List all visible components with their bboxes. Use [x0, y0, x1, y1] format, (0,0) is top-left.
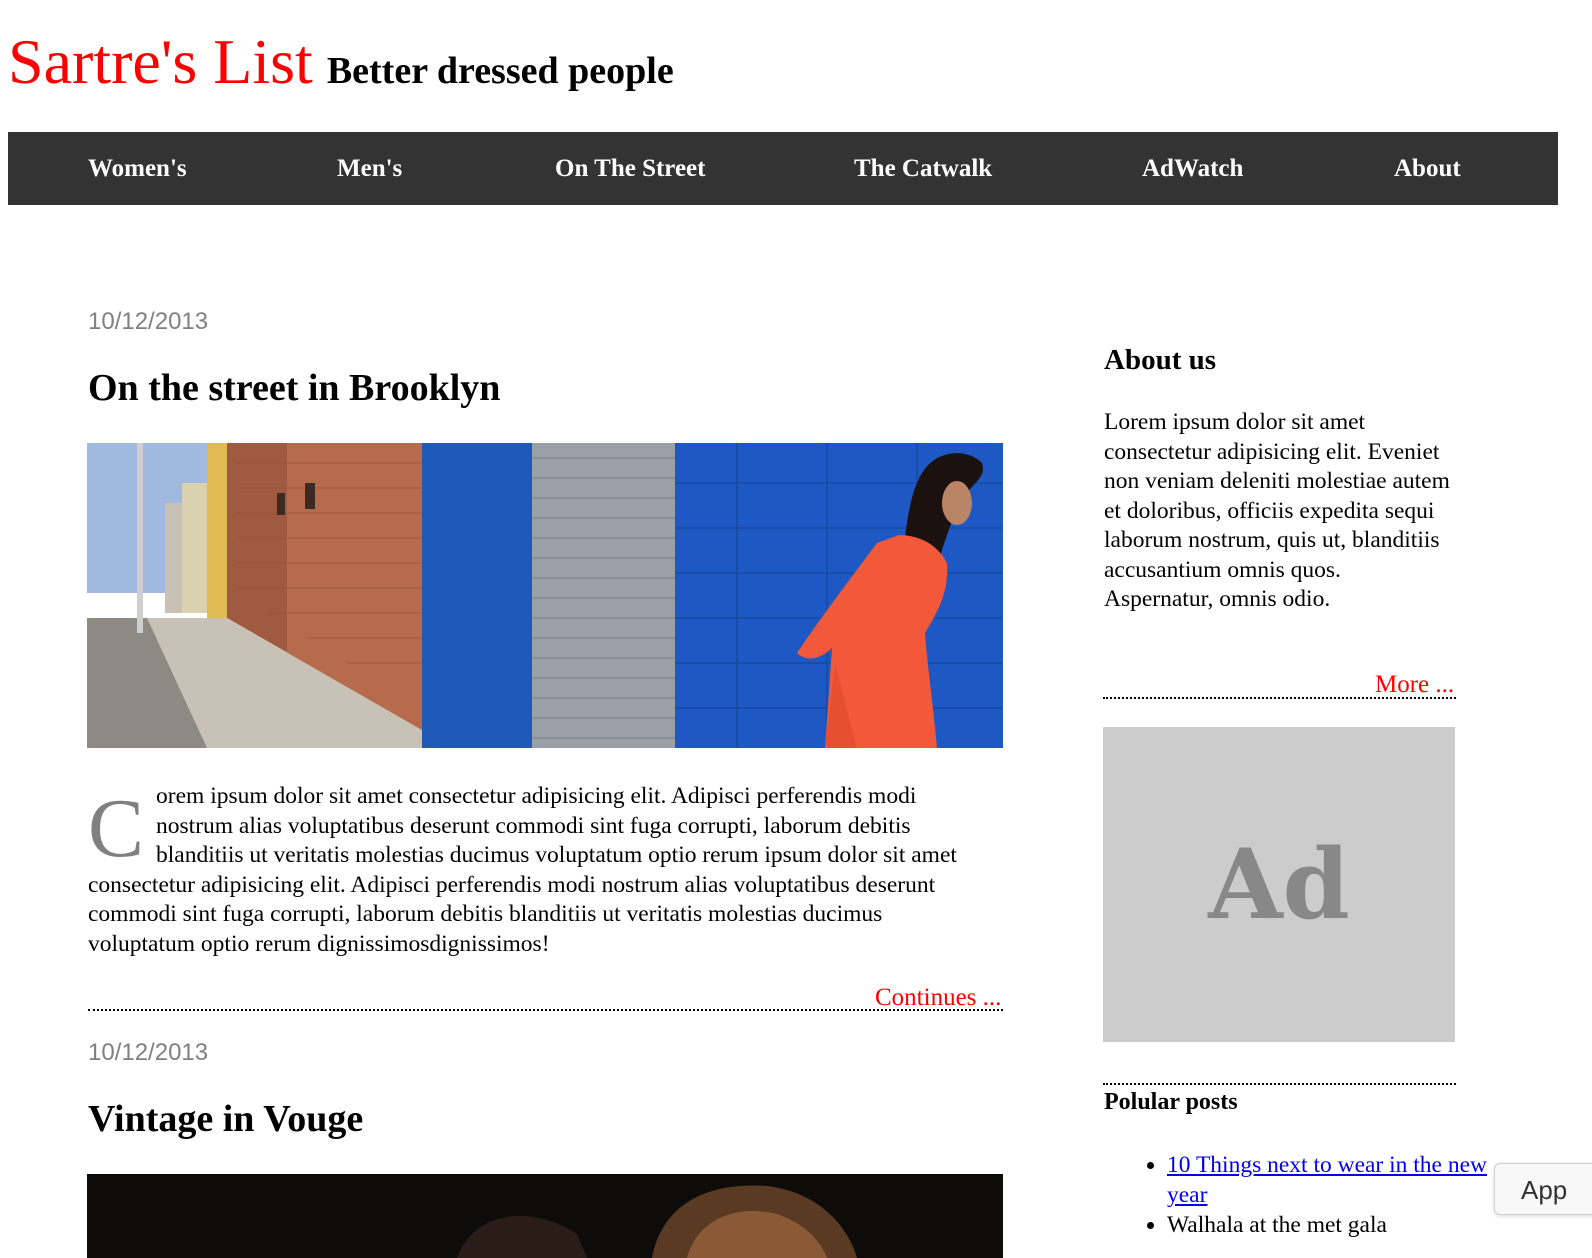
post-title[interactable]: Vintage in Vouge	[88, 1097, 363, 1141]
ad-placeholder[interactable]: Ad	[1103, 727, 1455, 1042]
street-photo-illustration	[87, 443, 1003, 748]
post-excerpt-text: orem ipsum dolor sit amet consectetur ad…	[88, 783, 957, 957]
popular-post-link[interactable]: 10 Things next to wear in the new year	[1167, 1152, 1487, 1208]
post-divider	[88, 1009, 1003, 1011]
post-date: 10/12/2013	[88, 308, 209, 335]
post-date: 10/12/2013	[88, 1039, 209, 1066]
sidebar-about-text: Lorem ipsum dolor sit amet consectetur a…	[1104, 409, 1450, 612]
nav-link-the-catwalk[interactable]: The Catwalk	[854, 132, 992, 205]
ad-label: Ad	[1208, 828, 1350, 941]
list-item[interactable]: Walhala at the met gala	[1167, 1210, 1507, 1240]
continue-link[interactable]: Continues ...	[875, 984, 1001, 1012]
sidebar-divider	[1103, 1083, 1456, 1085]
portrait-photo-illustration	[87, 1174, 1003, 1258]
list-item: 10 Things next to wear in the new year	[1167, 1150, 1507, 1210]
more-link[interactable]: More ...	[1375, 671, 1454, 699]
sidebar-about-heading: About us	[1104, 344, 1217, 376]
app-chip-button[interactable]: App	[1494, 1163, 1592, 1215]
nav-link-mens[interactable]: Men's	[337, 132, 402, 205]
main-nav: Women's Men's On The Street The Catwalk …	[8, 132, 1558, 205]
site-tagline: Better dressed people	[326, 50, 674, 92]
post-excerpt: Corem ipsum dolor sit amet consectetur a…	[88, 782, 988, 959]
post-image-portrait[interactable]	[87, 1174, 1003, 1258]
sidebar-popular-heading: Polular posts	[1104, 1089, 1238, 1115]
popular-posts-list: 10 Things next to wear in the new year W…	[1104, 1150, 1507, 1240]
sidebar-divider	[1103, 697, 1456, 699]
dropcap: C	[88, 782, 145, 875]
nav-link-adwatch[interactable]: AdWatch	[1142, 132, 1243, 205]
post-image-street[interactable]	[87, 443, 1003, 748]
masthead: Sartre's List Better dressed people	[8, 30, 674, 94]
nav-link-womens[interactable]: Women's	[88, 132, 187, 205]
nav-link-on-the-street[interactable]: On The Street	[555, 132, 705, 205]
post-title[interactable]: On the street in Brooklyn	[88, 366, 500, 410]
nav-link-about[interactable]: About	[1394, 132, 1461, 205]
site-title[interactable]: Sartre's List	[8, 26, 313, 97]
